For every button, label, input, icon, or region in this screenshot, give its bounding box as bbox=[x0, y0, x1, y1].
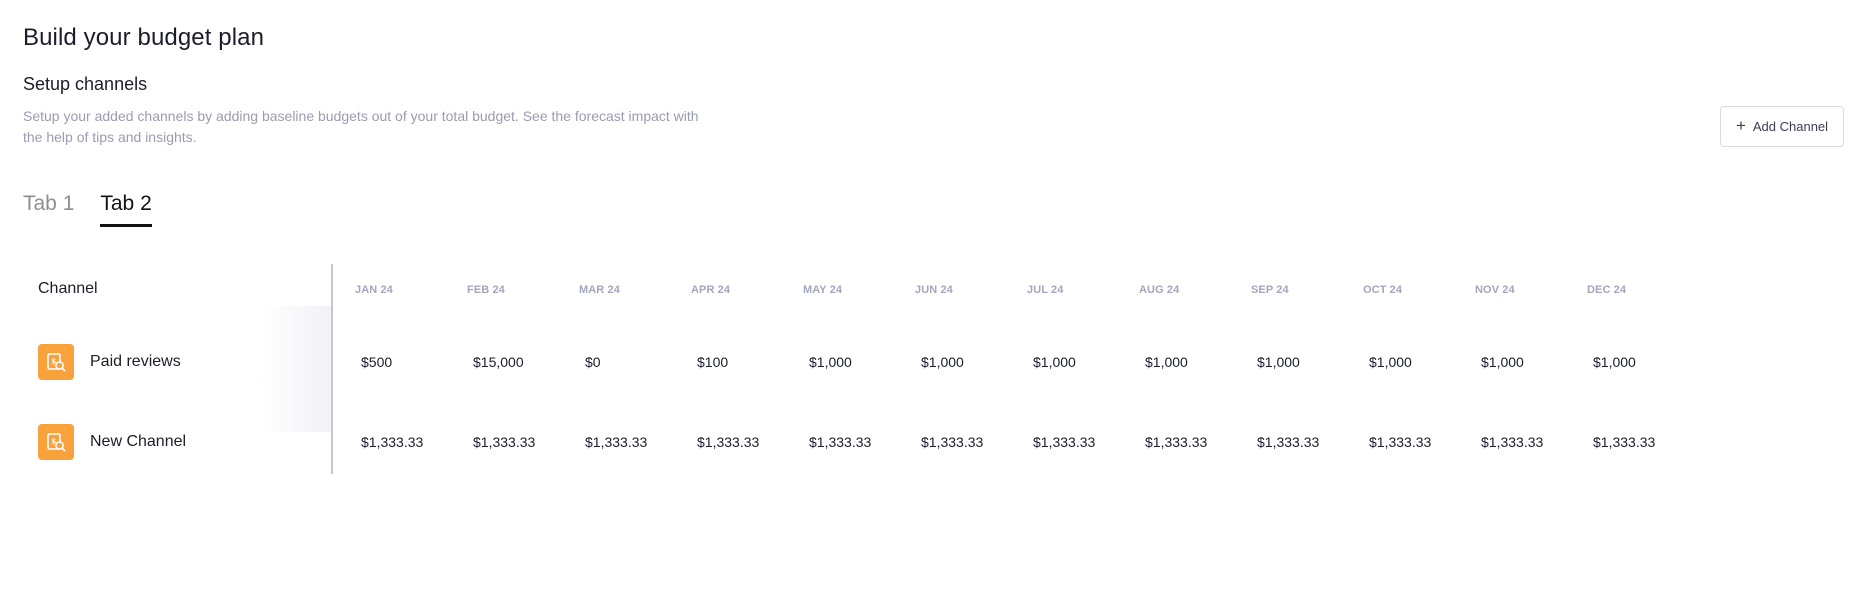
month-header: APR 24 bbox=[691, 284, 731, 296]
month-header: DEC 24 bbox=[1587, 284, 1627, 296]
budget-cell[interactable]: $1,333.33 bbox=[473, 434, 535, 450]
add-channel-button[interactable]: + Add Channel bbox=[1720, 106, 1844, 147]
budget-plan-page: Build your budget plan Setup channels Se… bbox=[0, 0, 1870, 610]
month-header: MAR 24 bbox=[579, 284, 620, 296]
budget-search-icon: $ bbox=[38, 424, 74, 460]
plus-icon: + bbox=[1735, 116, 1746, 135]
channel-column-header: Channel bbox=[38, 280, 98, 297]
budget-search-icon: $ bbox=[38, 344, 74, 380]
budget-cell[interactable]: $1,333.33 bbox=[361, 434, 423, 450]
budget-cell[interactable]: $1,333.33 bbox=[1145, 434, 1207, 450]
budget-cell[interactable]: $1,333.33 bbox=[1257, 434, 1319, 450]
budget-cell[interactable]: $1,000 bbox=[1369, 354, 1412, 370]
add-channel-label: Add Channel bbox=[1752, 119, 1829, 134]
budget-cell[interactable]: $15,000 bbox=[473, 354, 524, 370]
channel-row-paid-reviews[interactable]: $ Paid reviews bbox=[38, 344, 181, 380]
section-description: Setup your added channels by adding base… bbox=[23, 108, 699, 145]
page-title: Build your budget plan bbox=[23, 24, 265, 51]
budget-cell[interactable]: $1,333.33 bbox=[809, 434, 871, 450]
budget-cell[interactable]: $1,000 bbox=[1593, 354, 1636, 370]
month-header: AUG 24 bbox=[1139, 284, 1180, 296]
budget-cell[interactable]: $1,333.33 bbox=[585, 434, 647, 450]
budget-cell[interactable]: $100 bbox=[697, 354, 728, 370]
budget-cell[interactable]: $1,333.33 bbox=[697, 434, 759, 450]
budget-cell[interactable]: $1,333.33 bbox=[1369, 434, 1431, 450]
month-header: SEP 24 bbox=[1251, 284, 1289, 296]
month-header: JAN 24 bbox=[355, 284, 393, 296]
budget-cell[interactable]: $1,000 bbox=[1145, 354, 1188, 370]
month-header: JUN 24 bbox=[915, 284, 953, 296]
budget-cell[interactable]: $500 bbox=[361, 354, 392, 370]
channel-row-new-channel[interactable]: $ New Channel bbox=[38, 424, 186, 460]
tab-1[interactable]: Tab 1 bbox=[23, 192, 74, 227]
month-header: JUL 24 bbox=[1027, 284, 1064, 296]
month-header: NOV 24 bbox=[1475, 284, 1515, 296]
budget-cell[interactable]: $1,000 bbox=[921, 354, 964, 370]
month-header: FEB 24 bbox=[467, 284, 505, 296]
tab-2[interactable]: Tab 2 bbox=[100, 192, 152, 227]
budget-cell[interactable]: $1,333.33 bbox=[1033, 434, 1095, 450]
budget-cell[interactable]: $1,000 bbox=[809, 354, 852, 370]
budget-cell[interactable]: $0 bbox=[585, 354, 601, 370]
month-header: OCT 24 bbox=[1363, 284, 1403, 296]
budget-cell[interactable]: $1,333.33 bbox=[1593, 434, 1655, 450]
tab-bar: Tab 1 Tab 2 bbox=[23, 192, 152, 227]
budget-cell[interactable]: $1,333.33 bbox=[921, 434, 983, 450]
budget-cell[interactable]: $1,000 bbox=[1033, 354, 1076, 370]
budget-cell[interactable]: $1,000 bbox=[1481, 354, 1524, 370]
channel-name: Paid reviews bbox=[90, 353, 181, 370]
channel-name: New Channel bbox=[90, 433, 187, 450]
section-title: Setup channels bbox=[23, 74, 148, 94]
scroll-fade-shadow bbox=[259, 306, 331, 432]
budget-cell[interactable]: $1,000 bbox=[1257, 354, 1300, 370]
budget-cell[interactable]: $1,333.33 bbox=[1481, 434, 1543, 450]
month-header: MAY 24 bbox=[803, 284, 843, 296]
channel-column: Channel $ Paid reviews $ New Channel bbox=[23, 264, 333, 474]
